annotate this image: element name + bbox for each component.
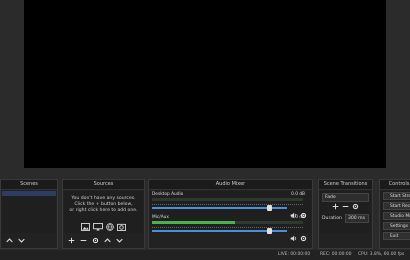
display-icon [93, 216, 103, 235]
gear-icon[interactable] [91, 237, 99, 245]
sources-toolbar [63, 235, 144, 246]
status-bar: LIVE: 00:00:00 REC: 00:00:00 CPU: 3.8%, … [0, 250, 410, 260]
studio-mode-button[interactable]: Studio Mode [383, 212, 410, 220]
transition-type-row: Fade [322, 192, 369, 202]
controls-title: Controls [380, 180, 410, 190]
channel-name: Desktop Audio [152, 192, 184, 197]
duration-input[interactable]: 300 ms [344, 213, 369, 223]
audio-mixer-title: Audio Mixer [149, 180, 312, 190]
audio-mixer-dock: Audio Mixer Desktop Audio 0.0 dB Mic/Aux… [148, 179, 313, 249]
cpu-usage: CPU: 3.8%, 60.00 fps [358, 252, 405, 257]
meter-ticks [152, 224, 303, 228]
live-timer: LIVE: 00:00:00 [278, 252, 311, 257]
rec-timer: REC: 00:00:00 [320, 252, 352, 257]
transition-buttons-row [322, 203, 369, 211]
transitions-body: Fade Duration 300 ms [320, 191, 371, 233]
channel-name: Mic/Aux [152, 215, 169, 220]
move-up-icon[interactable] [103, 237, 111, 245]
sources-empty-message: You don't have any sources. Click the + … [66, 196, 141, 214]
add-icon[interactable] [332, 203, 339, 212]
channel-db: 0.0 dB [291, 192, 305, 197]
scenes-dock: Scenes [0, 179, 58, 249]
mixer-channel-mic-aux: Mic/Aux 0.0 dB [152, 215, 309, 242]
source-type-icons [64, 216, 143, 235]
add-icon[interactable] [67, 237, 75, 245]
remove-icon[interactable] [79, 237, 87, 245]
duration-label: Duration [322, 215, 342, 221]
volume-fader-handle[interactable] [266, 205, 272, 211]
gear-icon[interactable] [352, 203, 359, 212]
remove-icon[interactable] [342, 203, 349, 212]
transition-type-select[interactable]: Fade [322, 192, 369, 202]
controls-body: Start Streaming Start Recording Studio M… [381, 191, 410, 240]
scenes-list[interactable] [2, 191, 56, 233]
scene-transitions-title: Scene Transitions [319, 180, 372, 190]
controls-dock: Controls Start Streaming Start Recording… [379, 179, 410, 249]
exit-button[interactable]: Exit [383, 232, 410, 240]
duration-row: Duration 300 ms [322, 213, 369, 223]
browser-icon [106, 216, 114, 235]
move-up-icon[interactable] [5, 237, 13, 245]
sources-title: Sources [63, 180, 144, 190]
speaker-icon[interactable] [290, 227, 297, 246]
move-down-icon[interactable] [115, 237, 123, 245]
mixer-channel-desktop-audio: Desktop Audio 0.0 dB [152, 192, 309, 219]
scenes-title: Scenes [1, 180, 57, 190]
settings-button[interactable]: Settings [383, 222, 410, 230]
sources-list[interactable]: You don't have any sources. Click the + … [64, 191, 143, 233]
meter-ticks [152, 201, 303, 205]
start-recording-button[interactable]: Start Recording [383, 202, 410, 210]
preview-canvas[interactable] [24, 0, 386, 168]
mixer-channels: Desktop Audio 0.0 dB Mic/Aux 0.0 dB [150, 191, 311, 242]
empty-line-3: or right click here to add one. [69, 208, 138, 213]
gear-icon[interactable] [300, 227, 307, 246]
scene-item-selected[interactable] [2, 191, 56, 196]
channel-db: 0.0 dB [291, 215, 305, 220]
move-down-icon[interactable] [17, 237, 25, 245]
volume-fader-handle[interactable] [266, 228, 272, 234]
scene-transitions-dock: Scene Transitions Fade Duration 300 ms [318, 179, 373, 249]
scenes-toolbar [1, 235, 57, 246]
image-icon [81, 216, 90, 235]
camera-icon [117, 216, 126, 235]
start-streaming-button[interactable]: Start Streaming [383, 192, 410, 200]
sources-dock: Sources You don't have any sources. Clic… [62, 179, 145, 249]
channel-icons [290, 227, 307, 246]
preview-area [0, 0, 410, 175]
